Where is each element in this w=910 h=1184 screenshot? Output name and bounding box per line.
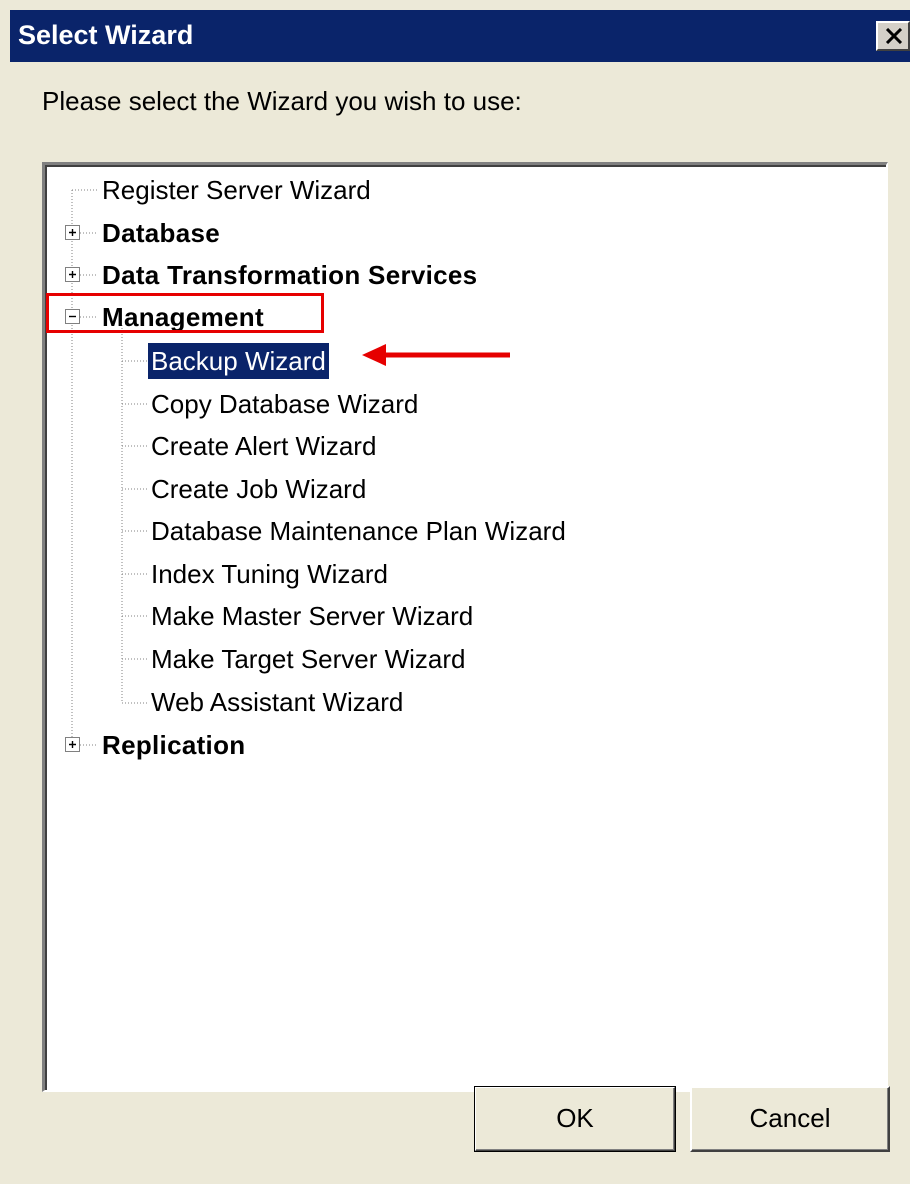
- expand-database-button[interactable]: [65, 225, 80, 240]
- tree-item-replication[interactable]: Replication: [99, 727, 248, 763]
- red-arrow-icon: [362, 340, 512, 375]
- tree-item-label: Create Alert Wizard: [151, 431, 377, 461]
- tree-item-label: Database Maintenance Plan Wizard: [151, 516, 566, 546]
- tree-item-make-master-server-wizard[interactable]: Make Master Server Wizard: [148, 598, 476, 634]
- tree-item-label: Make Target Server Wizard: [151, 644, 466, 674]
- tree-item-copy-database-wizard[interactable]: Copy Database Wizard: [148, 386, 421, 422]
- tree-item-label: Index Tuning Wizard: [151, 559, 389, 589]
- tree-item-database[interactable]: Database: [99, 215, 223, 251]
- dialog-titlebar: Select Wizard: [10, 10, 910, 62]
- tree-item-label: Make Master Server Wizard: [151, 601, 474, 631]
- tree-item-web-assistant-wizard[interactable]: Web Assistant Wizard: [148, 684, 406, 720]
- instruction-text: Please select the Wizard you wish to use…: [42, 86, 522, 116]
- cancel-button[interactable]: Cancel: [690, 1086, 890, 1152]
- close-button[interactable]: [876, 21, 910, 51]
- tree-item-register-server-wizard[interactable]: Register Server Wizard: [99, 172, 374, 208]
- annotation-highlight-box: [46, 293, 324, 333]
- tree-item-index-tuning-wizard[interactable]: Index Tuning Wizard: [148, 556, 391, 592]
- tree-item-label: Register Server Wizard: [102, 175, 371, 205]
- tree-item-label: Data Transformation Services: [102, 260, 478, 290]
- tree-item-backup-wizard[interactable]: Backup Wizard: [148, 343, 329, 379]
- dialog-title: Select Wizard: [18, 20, 194, 50]
- ok-button[interactable]: OK: [474, 1086, 676, 1152]
- tree-item-label: Copy Database Wizard: [151, 389, 419, 419]
- expand-replication-button[interactable]: [65, 737, 80, 752]
- expand-dts-button[interactable]: [65, 267, 80, 282]
- tree-item-database-maintenance-plan-wizard[interactable]: Database Maintenance Plan Wizard: [148, 513, 569, 549]
- tree-item-make-target-server-wizard[interactable]: Make Target Server Wizard: [148, 641, 469, 677]
- tree-item-label: Create Job Wizard: [151, 474, 367, 504]
- tree-item-create-job-wizard[interactable]: Create Job Wizard: [148, 471, 369, 507]
- tree-item-label: Web Assistant Wizard: [151, 687, 404, 717]
- tree-item-label: Replication: [102, 730, 246, 760]
- tree-item-label: Backup Wizard: [151, 346, 326, 376]
- tree-item-label: Database: [102, 218, 221, 248]
- tree-item-data-transformation-services[interactable]: Data Transformation Services: [99, 257, 480, 293]
- tree-item-create-alert-wizard[interactable]: Create Alert Wizard: [148, 428, 379, 464]
